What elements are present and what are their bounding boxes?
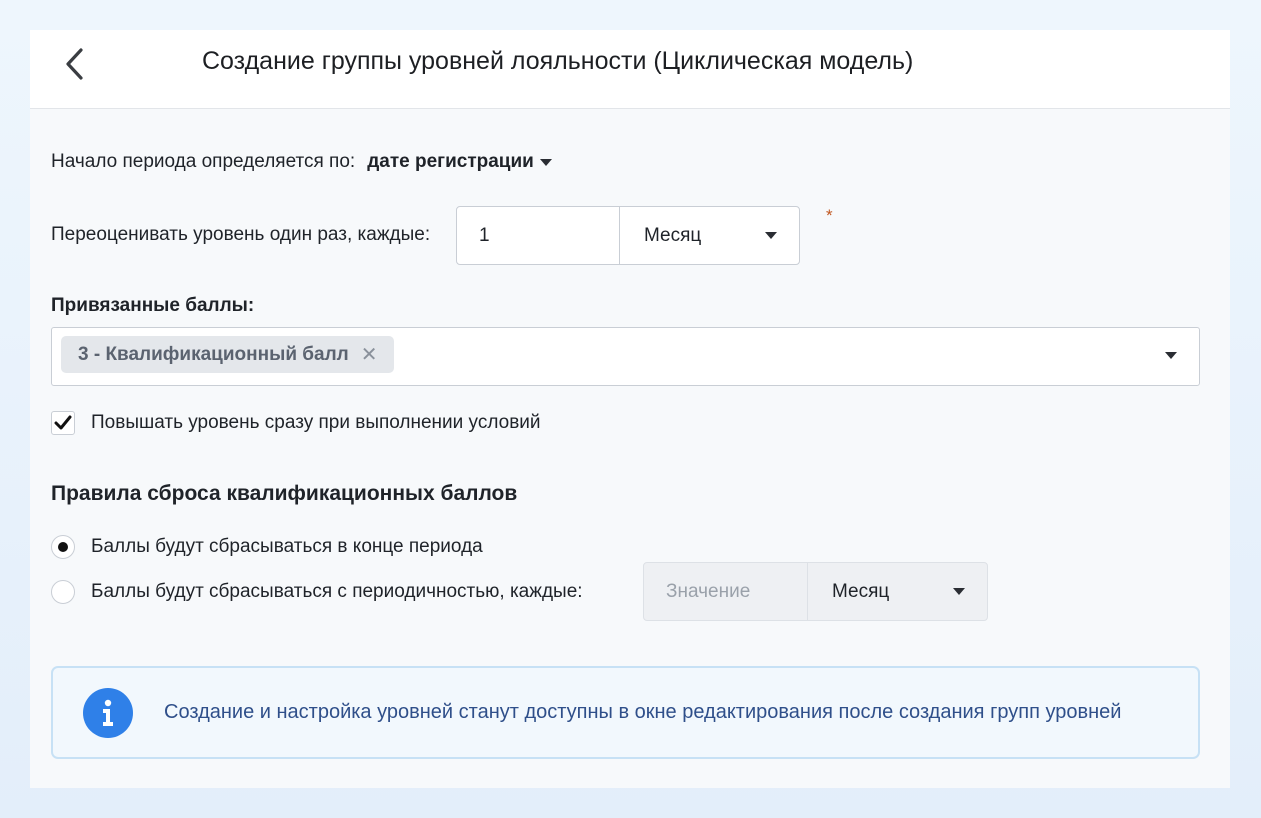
period-start-value: дате регистрации	[367, 151, 534, 172]
modal-panel: Создание группы уровней лояльности (Цикл…	[30, 30, 1230, 788]
caret-down-icon	[765, 232, 777, 239]
period-start-dropdown[interactable]: дате регистрации	[367, 151, 552, 173]
reset-option-label: Баллы будут сбрасываться с периодичность…	[91, 581, 583, 602]
reevaluate-label: Переоценивать уровень один раз, каждые:	[51, 224, 431, 245]
caret-down-icon[interactable]	[1165, 352, 1177, 359]
period-start-row: Начало периода определяется по: дате рег…	[51, 151, 552, 173]
linked-points-multiselect[interactable]: 3 - Квалификационный балл ✕	[51, 327, 1200, 386]
reset-option-periodic: Баллы будут сбрасываться с периодичность…	[51, 580, 583, 604]
reset-option-end-of-period: Баллы будут сбрасываться в конце периода	[51, 535, 483, 559]
reevaluate-unit-value: Месяц	[644, 224, 702, 246]
periodic-unit-select[interactable]: Месяц	[807, 562, 988, 621]
header: Создание группы уровней лояльности (Цикл…	[30, 30, 1230, 109]
caret-down-icon	[953, 588, 965, 595]
reevaluate-row: Переоценивать уровень один раз, каждые:	[51, 224, 430, 246]
caret-down-icon	[539, 158, 552, 166]
page-title: Создание группы уровней лояльности (Цикл…	[202, 47, 914, 75]
info-text: Создание и настройка уровней станут дост…	[164, 701, 1122, 723]
reevaluate-count-input[interactable]: 1	[456, 206, 621, 265]
required-mark: *	[826, 206, 833, 225]
checkmark-icon	[54, 415, 72, 430]
close-icon[interactable]: ✕	[361, 342, 378, 367]
radio-periodic[interactable]	[51, 580, 75, 604]
linked-points-label: Привязанные баллы:	[51, 295, 255, 316]
reset-rules-title: Правила сброса квалификационных баллов	[51, 482, 518, 505]
info-glyph-icon	[103, 699, 113, 726]
radio-end-of-period[interactable]	[51, 535, 75, 559]
chevron-left-icon	[66, 48, 83, 80]
linked-points-label-row: Привязанные баллы:	[51, 295, 254, 317]
selected-chip: 3 - Квалификационный балл ✕	[61, 336, 394, 373]
instant-upgrade-row: Повышать уровень сразу при выполнении ус…	[51, 411, 541, 435]
reevaluate-unit-select[interactable]: Месяц	[619, 206, 800, 265]
reset-option-label: Баллы будут сбрасываться в конце периода	[91, 536, 483, 557]
instant-upgrade-label: Повышать уровень сразу при выполнении ус…	[91, 412, 541, 433]
radio-selected-dot	[58, 542, 68, 552]
info-icon	[83, 688, 133, 738]
periodic-unit-value: Месяц	[832, 580, 890, 602]
periodic-value-placeholder: Значение	[666, 580, 751, 602]
chip-label: 3 - Квалификационный балл	[78, 343, 349, 365]
periodic-value-input[interactable]: Значение	[643, 562, 809, 621]
period-start-label: Начало периода определяется по:	[51, 151, 356, 172]
instant-upgrade-checkbox[interactable]	[51, 411, 75, 435]
reevaluate-count-value: 1	[479, 224, 490, 246]
info-banner: Создание и настройка уровней станут дост…	[51, 666, 1200, 759]
back-button[interactable]	[54, 44, 94, 84]
